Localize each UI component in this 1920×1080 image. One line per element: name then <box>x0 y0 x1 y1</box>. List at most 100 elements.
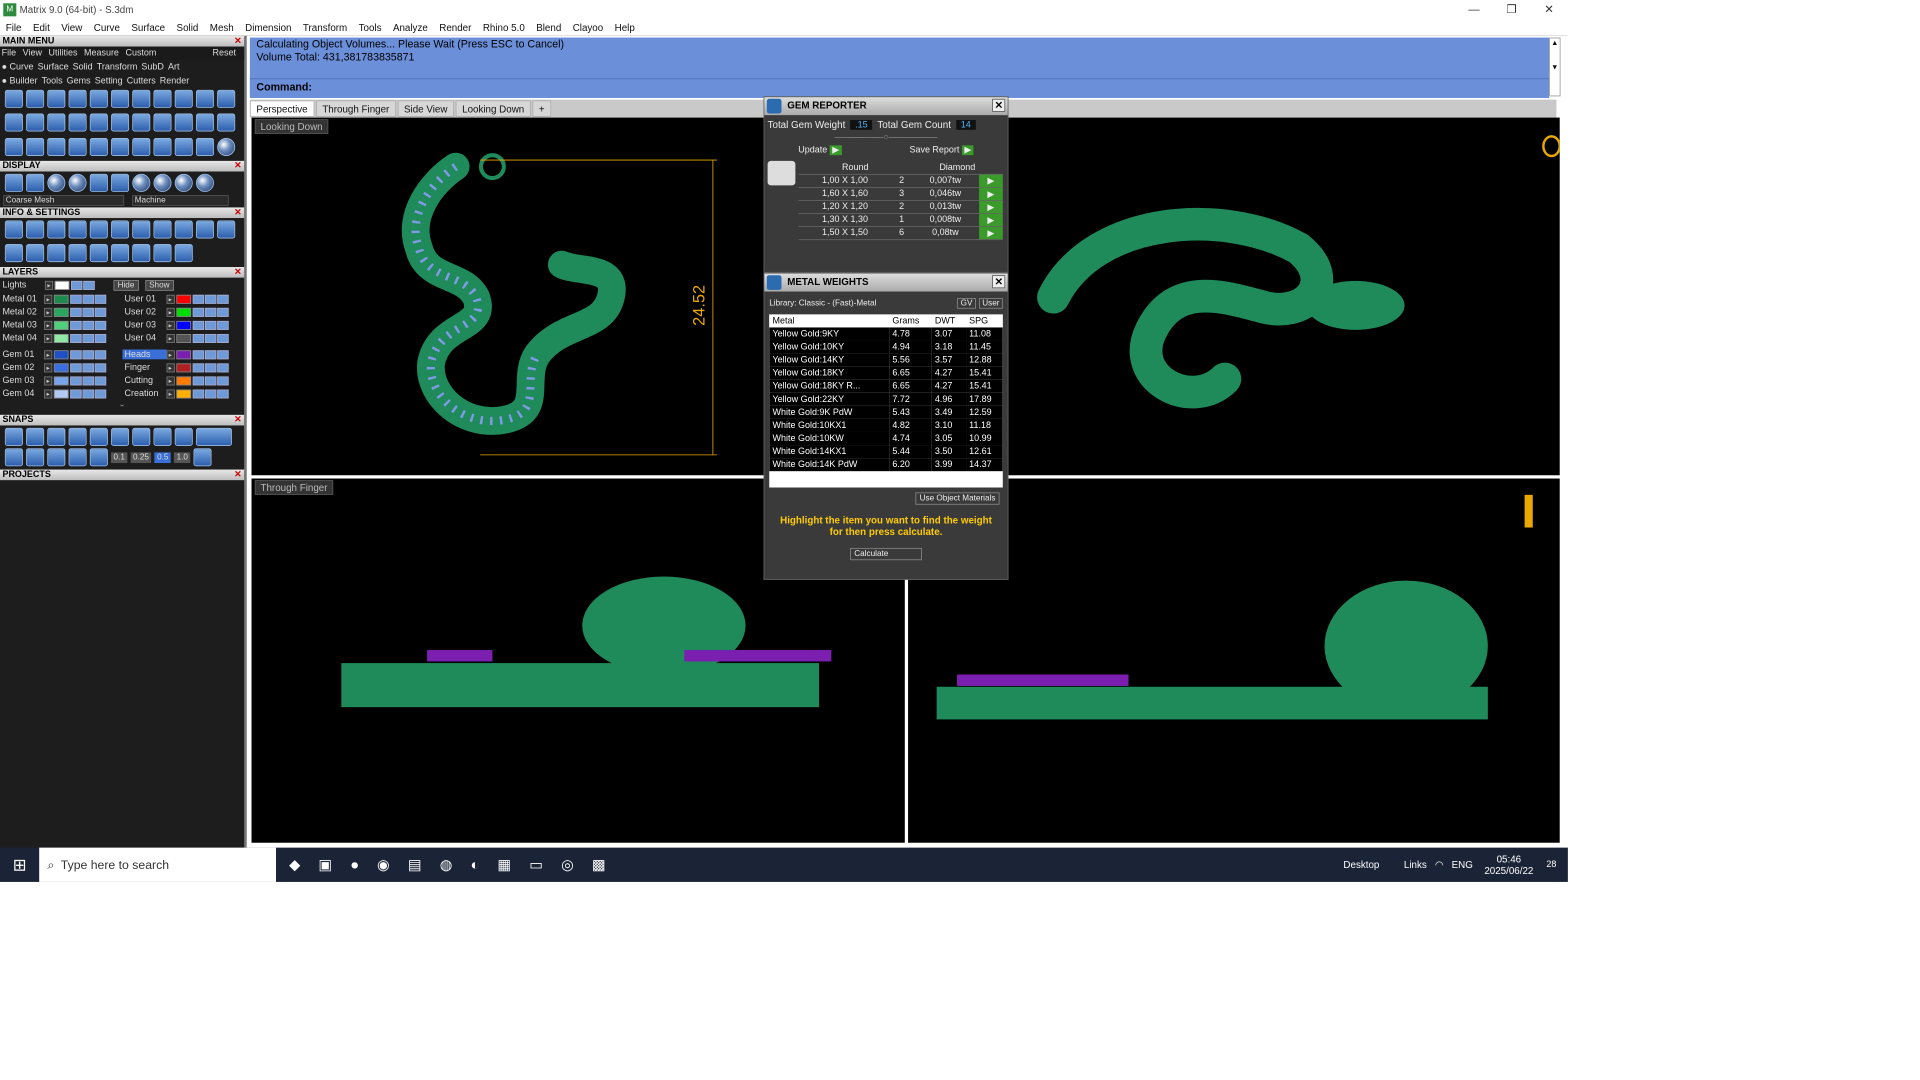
display-icon[interactable] <box>111 173 130 192</box>
toggle[interactable] <box>71 280 83 290</box>
tab-perspective[interactable]: Perspective <box>249 100 315 117</box>
submenu-measure[interactable]: Measure <box>84 48 119 58</box>
taskbar-search[interactable]: ⌕ Type here to search <box>39 847 277 882</box>
toggle[interactable] <box>94 294 107 304</box>
close-icon[interactable]: ✕ <box>992 98 1006 112</box>
toggle[interactable] <box>192 349 204 359</box>
menu-row-surface[interactable]: Surface <box>38 62 69 72</box>
menu-row-builder[interactable]: ● Builder <box>2 76 38 86</box>
tool-icon[interactable] <box>111 137 130 156</box>
toggle[interactable] <box>82 349 94 359</box>
info-icon[interactable] <box>4 244 23 263</box>
gem-row[interactable]: 1,50 X 1,50 6 0,08tw ▶ <box>798 226 1003 240</box>
layer-gem-02[interactable]: Gem 02 ▸ <box>0 361 122 374</box>
tool-icon[interactable] <box>174 137 193 156</box>
menu-row-setting[interactable]: Setting <box>95 76 123 86</box>
menu-row-art[interactable]: Art <box>168 62 179 72</box>
select-icon[interactable]: ▶ <box>978 187 1003 201</box>
table-row[interactable]: Yellow Gold:9KY 4.78 3.07 11.08 <box>769 327 1003 341</box>
snap-icon[interactable] <box>111 427 130 446</box>
toggle[interactable] <box>94 376 107 386</box>
arrow-icon[interactable]: ▸ <box>44 333 53 343</box>
menu-transform[interactable]: Transform <box>297 22 353 33</box>
table-row[interactable]: White Gold:14K PdW 6.20 3.99 14.37 <box>769 458 1003 472</box>
add-tab-button[interactable]: + <box>532 100 552 117</box>
toggle[interactable] <box>94 389 107 399</box>
snap-icon[interactable] <box>4 427 23 446</box>
light-swatch[interactable] <box>54 280 70 290</box>
info-icon[interactable] <box>153 244 172 263</box>
lang-label[interactable]: ENG <box>1452 859 1473 870</box>
update-button[interactable]: Update ▶ <box>798 144 842 155</box>
menu-edit[interactable]: Edit <box>27 22 55 33</box>
toggle[interactable] <box>204 389 216 399</box>
command-scrollbar[interactable]: ▲ ▼ <box>1549 37 1561 97</box>
toggle[interactable] <box>204 362 216 372</box>
tool-icon[interactable] <box>217 89 236 108</box>
layer-color[interactable] <box>175 333 191 343</box>
app-icon[interactable]: ◉ <box>377 856 390 873</box>
toggle[interactable] <box>70 349 82 359</box>
toggle[interactable] <box>70 307 82 317</box>
edge-icon[interactable]: ◐ <box>471 856 480 873</box>
hide-button[interactable]: Hide <box>113 279 139 291</box>
snap-icon[interactable] <box>153 427 172 446</box>
restore-button[interactable]: ❐ <box>1493 0 1531 20</box>
layer-user-01[interactable]: User 01 ▸ <box>122 292 244 305</box>
table-row[interactable]: Yellow Gold:22KY 7.72 4.96 17.89 <box>769 392 1003 406</box>
material-select[interactable]: Machine <box>132 194 229 206</box>
menu-clayoo[interactable]: Clayoo <box>567 22 609 33</box>
snap-icon[interactable] <box>47 448 66 467</box>
tool-icon[interactable] <box>89 89 108 108</box>
info-icon[interactable] <box>4 220 23 239</box>
tool-icon[interactable] <box>47 89 66 108</box>
close-icon[interactable]: ✕ <box>234 161 242 172</box>
close-icon[interactable]: ✕ <box>234 267 242 278</box>
user-button[interactable]: User <box>979 297 1003 309</box>
tool-icon[interactable] <box>153 137 172 156</box>
layer-color[interactable] <box>175 376 191 386</box>
menu-dimension[interactable]: Dimension <box>239 22 297 33</box>
tab-looking-down[interactable]: Looking Down <box>455 100 531 117</box>
layer-color[interactable] <box>175 294 191 304</box>
menu-row-tools[interactable]: Tools <box>42 76 63 86</box>
premiere-icon[interactable]: ▤ <box>408 856 422 873</box>
slider[interactable]: ——————○—————— <box>764 133 1007 142</box>
snap-icon[interactable] <box>26 427 45 446</box>
select-icon[interactable]: ▶ <box>978 213 1003 227</box>
toggle[interactable] <box>192 333 204 343</box>
tab-side-view[interactable]: Side View <box>397 100 454 117</box>
tool-icon[interactable] <box>111 89 130 108</box>
tool-icon[interactable] <box>174 89 193 108</box>
toggle[interactable] <box>216 307 229 317</box>
menu-analyze[interactable]: Analyze <box>387 22 433 33</box>
calculate-button[interactable]: Calculate <box>850 547 922 561</box>
toggle[interactable] <box>94 307 107 317</box>
snap-icon[interactable] <box>26 448 45 467</box>
layer-heads[interactable]: Heads ▸ <box>122 348 244 361</box>
save-report-button[interactable]: Save Report ▶ <box>909 144 974 155</box>
wifi-icon[interactable]: ◠ <box>1435 859 1444 870</box>
toggle[interactable] <box>82 307 94 317</box>
snap-icon[interactable] <box>47 427 66 446</box>
snap-icon[interactable] <box>174 427 193 446</box>
snap-toggle-icon[interactable] <box>195 427 232 446</box>
table-row[interactable]: White Gold:10KX1 4.82 3.10 11.18 <box>769 418 1003 432</box>
info-icon[interactable] <box>89 220 108 239</box>
info-icon[interactable] <box>68 220 87 239</box>
tool-icon[interactable] <box>26 137 45 156</box>
snap-value[interactable]: 0.1 <box>111 451 128 463</box>
tool-icon[interactable] <box>4 89 23 108</box>
material-sphere-icon[interactable] <box>174 173 193 192</box>
layer-finger[interactable]: Finger ▸ <box>122 361 244 374</box>
snap-icon[interactable] <box>68 427 87 446</box>
gem-row[interactable]: 1,00 X 1,00 2 0,007tw ▶ <box>798 173 1003 188</box>
toggle[interactable] <box>83 280 95 290</box>
toggle[interactable] <box>204 349 216 359</box>
viewport-label[interactable]: Through Finger <box>254 480 334 495</box>
toggle[interactable] <box>216 333 229 343</box>
toggle[interactable] <box>70 376 82 386</box>
toggle[interactable] <box>70 333 82 343</box>
layer-user-04[interactable]: User 04 ▸ <box>122 332 244 345</box>
info-icon[interactable] <box>174 220 193 239</box>
